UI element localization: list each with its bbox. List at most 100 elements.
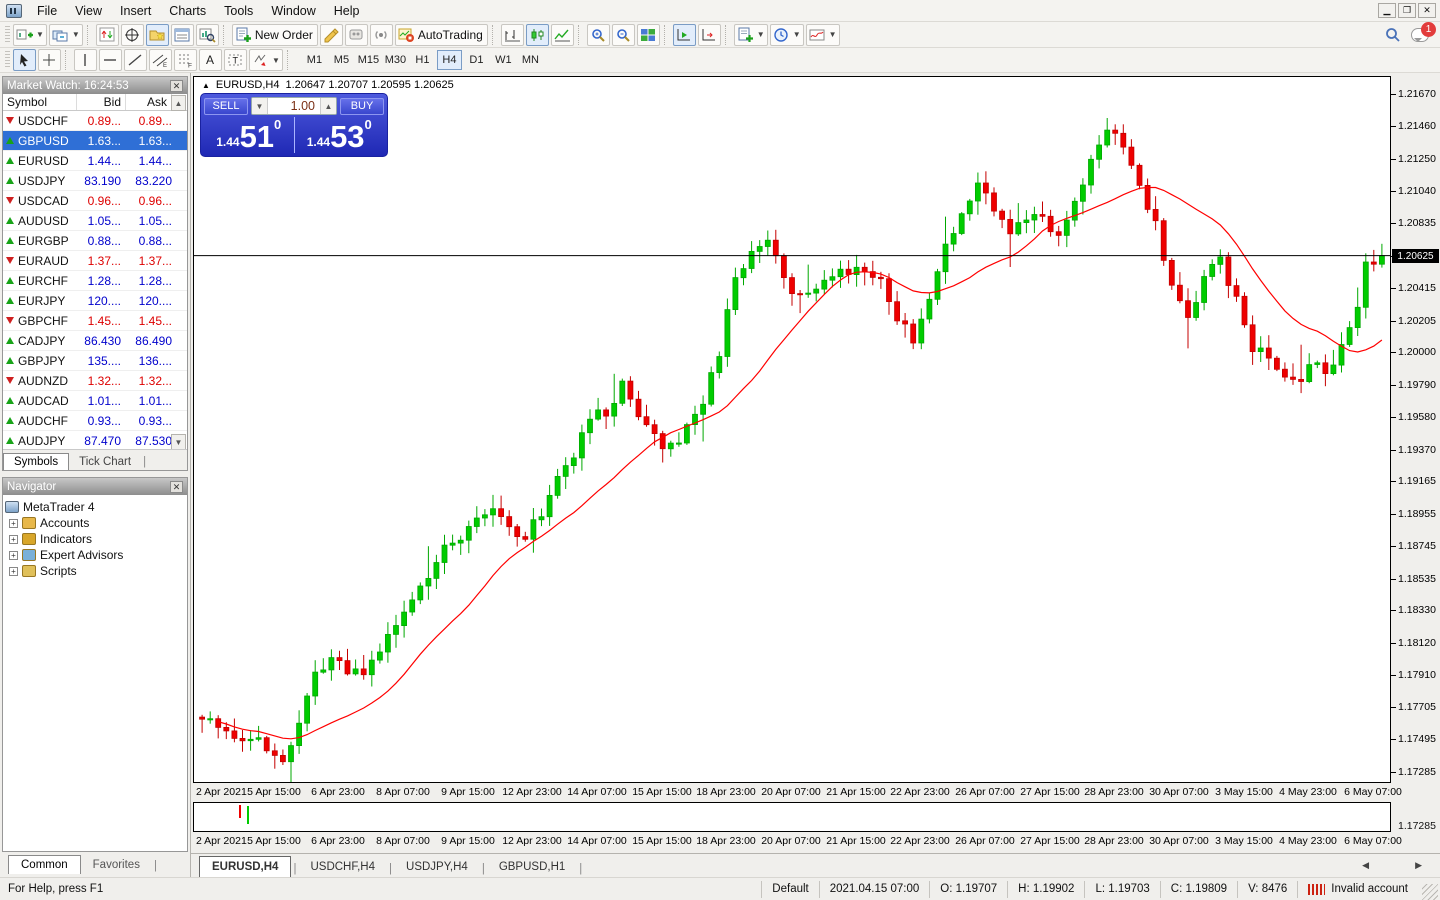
notifications-icon[interactable]: 1 (1411, 28, 1429, 42)
expand-icon[interactable]: + (9, 535, 18, 544)
menu-insert[interactable]: Insert (111, 1, 160, 21)
close-icon[interactable]: ✕ (170, 481, 183, 493)
trendline-button[interactable] (124, 49, 147, 71)
chart-plot-area[interactable]: ▲ EURUSD,H4 1.20647 1.20707 1.20595 1.20… (193, 76, 1391, 783)
menu-charts[interactable]: Charts (160, 1, 215, 21)
status-profile[interactable]: Default (761, 881, 818, 898)
menu-window[interactable]: Window (262, 1, 324, 21)
text-button[interactable]: A (199, 49, 222, 71)
timeframe-d1-button[interactable]: D1 (464, 50, 489, 70)
market-watch-row-euraud[interactable]: EURAUD1.37...1.37... (3, 251, 187, 271)
scroll-up-icon[interactable]: ▲ (171, 95, 186, 111)
market-watch-row-audchf[interactable]: AUDCHF0.93...0.93... (3, 411, 187, 431)
market-watch-row-audjpy[interactable]: AUDJPY87.47087.530 (3, 431, 187, 451)
navigator-button[interactable] (146, 24, 169, 46)
timeframe-h4-button[interactable]: H4 (437, 50, 462, 70)
sell-button[interactable]: SELL (204, 98, 248, 115)
arrows-button[interactable]: ▼ (249, 49, 283, 71)
market-watch-row-gbpusd[interactable]: GBPUSD1.63...1.63... (3, 131, 187, 151)
menu-view[interactable]: View (66, 1, 111, 21)
expand-icon[interactable]: + (9, 519, 18, 528)
navigator-item-accounts[interactable]: +Accounts (5, 515, 185, 531)
expand-icon[interactable]: + (9, 567, 18, 576)
volume-increase-icon[interactable]: ▲ (320, 98, 336, 114)
time-axis[interactable]: 2 Apr 20215 Apr 15:006 Apr 23:008 Apr 07… (193, 786, 1391, 801)
timeframe-m5-button[interactable]: M5 (329, 50, 354, 70)
cursor-button[interactable] (13, 49, 36, 71)
strategy-tester-button[interactable] (196, 24, 219, 46)
metaeditor-button[interactable] (320, 24, 343, 46)
background-chart-pane[interactable] (193, 802, 1391, 832)
chart-tab-usdchf-h4[interactable]: USDCHF,H4 (298, 857, 387, 877)
vertical-line-button[interactable] (74, 49, 97, 71)
line-chart-button[interactable] (551, 24, 574, 46)
close-icon[interactable]: ✕ (170, 80, 183, 92)
autotrading-button[interactable]: AutoTrading (395, 24, 488, 46)
new-template-button[interactable]: ▼ (734, 24, 768, 46)
timeframe-m30-button[interactable]: M30 (383, 50, 408, 70)
status-connection[interactable]: Invalid account (1297, 881, 1418, 898)
market-watch-row-gbpchf[interactable]: GBPCHF1.45...1.45... (3, 311, 187, 331)
chart-tab-eurusd-h4[interactable]: EURUSD,H4 (199, 856, 291, 877)
menu-help[interactable]: Help (325, 1, 369, 21)
menu-file[interactable]: File (28, 1, 66, 21)
column-ask[interactable]: Ask (126, 94, 172, 110)
scroll-down-icon[interactable]: ▼ (171, 434, 186, 450)
mql5-community-button[interactable] (345, 24, 368, 46)
search-icon[interactable] (1385, 27, 1401, 43)
horizontal-line-button[interactable] (99, 49, 122, 71)
resize-grip[interactable] (1422, 884, 1438, 900)
menu-tools[interactable]: Tools (215, 1, 262, 21)
bar-chart-button[interactable] (501, 24, 524, 46)
market-watch-row-audcad[interactable]: AUDCAD1.01...1.01... (3, 391, 187, 411)
zoom-in-button[interactable] (587, 24, 610, 46)
terminal-button[interactable] (171, 24, 194, 46)
market-watch-row-audnzd[interactable]: AUDNZD1.32...1.32... (3, 371, 187, 391)
data-window-button[interactable] (121, 24, 144, 46)
auto-scroll-button[interactable] (673, 24, 696, 46)
buy-button[interactable]: BUY (340, 98, 384, 115)
market-watch-row-usdjpy[interactable]: USDJPY83.19083.220 (3, 171, 187, 191)
zoom-out-button[interactable] (612, 24, 635, 46)
tab-common[interactable]: Common (8, 855, 81, 874)
market-watch-row-gbpjpy[interactable]: GBPJPY135....136.... (3, 351, 187, 371)
crosshair-button[interactable] (38, 49, 61, 71)
tab-scroll-left-icon[interactable]: ◀ (1362, 860, 1369, 871)
tab-tick-chart[interactable]: Tick Chart (69, 454, 141, 470)
volume-value[interactable]: 1.00 (268, 98, 320, 114)
navigator-item-expert-advisors[interactable]: +Expert Advisors (5, 547, 185, 563)
navigator-item-scripts[interactable]: +Scripts (5, 563, 185, 579)
new-order-button[interactable]: New Order (232, 24, 318, 46)
navigator-root[interactable]: MetaTrader 4 (5, 499, 185, 515)
toolbar-grip[interactable] (5, 51, 10, 69)
volume-decrease-icon[interactable]: ▼ (252, 98, 268, 114)
market-watch-row-cadjpy[interactable]: CADJPY86.43086.490 (3, 331, 187, 351)
new-chart-button[interactable]: ▼ (13, 24, 47, 46)
minimize-button[interactable]: ▁ (1378, 3, 1396, 18)
tile-windows-button[interactable] (637, 24, 660, 46)
text-label-button[interactable]: T (224, 49, 247, 71)
column-symbol[interactable]: Symbol (3, 94, 77, 110)
buy-price[interactable]: 1.44 53 0 (295, 117, 385, 153)
market-watch-button[interactable] (96, 24, 119, 46)
sell-price[interactable]: 1.44 51 0 (204, 117, 295, 153)
timeframe-m15-button[interactable]: M15 (356, 50, 381, 70)
collapse-triangle-icon[interactable]: ▲ (202, 79, 210, 91)
restore-button[interactable]: ❐ (1398, 3, 1416, 18)
chart-tab-usdjpy-h4[interactable]: USDJPY,H4 (394, 857, 480, 877)
market-watch-row-usdchf[interactable]: USDCHF0.89...0.89... (3, 111, 187, 131)
market-watch-row-eurgbp[interactable]: EURGBP0.88...0.88... (3, 231, 187, 251)
candlestick-chart-button[interactable] (526, 24, 549, 46)
background-pane-time-axis[interactable]: 2 Apr 20215 Apr 15:006 Apr 23:008 Apr 07… (193, 835, 1391, 850)
chart-shift-button[interactable] (698, 24, 721, 46)
market-watch-row-usdcad[interactable]: USDCAD0.96...0.96... (3, 191, 187, 211)
expand-icon[interactable]: + (9, 551, 18, 560)
timeframe-w1-button[interactable]: W1 (491, 50, 516, 70)
timeframe-mn-button[interactable]: MN (518, 50, 543, 70)
periods-button[interactable]: ▼ (770, 24, 804, 46)
profiles-button[interactable]: ▼ (49, 24, 83, 46)
equidistant-channel-button[interactable]: E (149, 49, 172, 71)
timeframe-h1-button[interactable]: H1 (410, 50, 435, 70)
navigator-item-indicators[interactable]: +Indicators (5, 531, 185, 547)
indicators-button[interactable]: ▼ (806, 24, 840, 46)
